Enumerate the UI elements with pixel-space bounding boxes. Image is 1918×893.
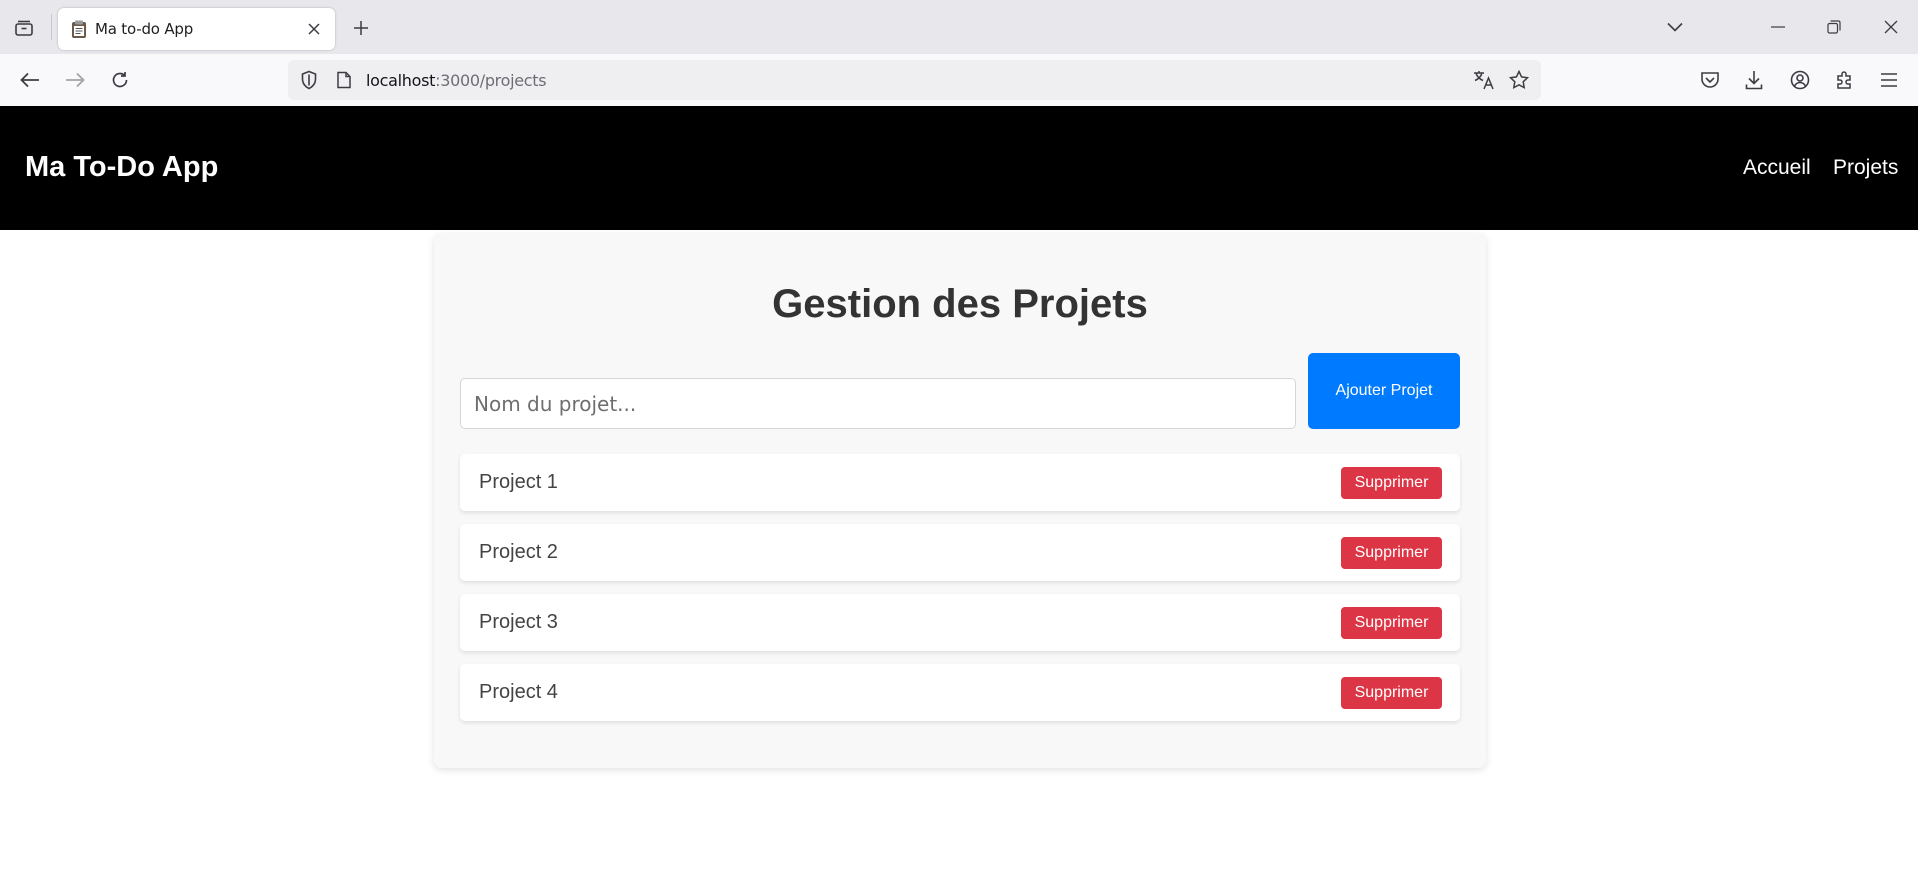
delete-project-button[interactable]: Supprimer bbox=[1341, 467, 1442, 499]
page-icon[interactable] bbox=[333, 69, 355, 91]
forward-arrow-icon[interactable] bbox=[62, 67, 88, 93]
browser-nav-bar: localhost:3000/projects bbox=[0, 54, 1918, 106]
project-name: Project 2 bbox=[479, 541, 558, 563]
url-host: localhost bbox=[366, 71, 436, 90]
back-arrow-icon[interactable] bbox=[17, 67, 43, 93]
tab-list-chevron-down-icon[interactable] bbox=[1663, 15, 1687, 39]
window-close-icon[interactable] bbox=[1879, 15, 1903, 39]
projects-card: Gestion des Projets Ajouter Projet Proje… bbox=[434, 234, 1486, 768]
tab-active[interactable]: Ma to-do App bbox=[58, 8, 335, 50]
bookmark-star-icon[interactable] bbox=[1508, 69, 1530, 91]
add-project-button[interactable]: Ajouter Projet bbox=[1308, 353, 1460, 429]
project-list-item: Project 2 Supprimer bbox=[460, 524, 1460, 581]
new-tab-plus-icon[interactable] bbox=[350, 17, 372, 39]
project-name: Project 3 bbox=[479, 611, 558, 633]
app-header: Ma To-Do App Accueil Projets bbox=[0, 106, 1918, 230]
project-list: Project 1 Supprimer Project 2 Supprimer … bbox=[460, 454, 1460, 734]
tab-overview-icon[interactable] bbox=[12, 17, 36, 39]
url-bar[interactable]: localhost:3000/projects bbox=[288, 60, 1541, 100]
pocket-icon[interactable] bbox=[1697, 67, 1723, 93]
tab-separator bbox=[51, 14, 52, 40]
nav-link-projets[interactable]: Projets bbox=[1833, 156, 1898, 180]
shield-icon[interactable] bbox=[298, 69, 320, 91]
delete-project-button[interactable]: Supprimer bbox=[1341, 677, 1442, 709]
url-path: :3000/projects bbox=[435, 71, 547, 90]
project-list-item: Project 4 Supprimer bbox=[460, 664, 1460, 721]
extensions-icon[interactable] bbox=[1832, 67, 1858, 93]
app-brand: Ma To-Do App bbox=[25, 151, 219, 183]
close-icon[interactable] bbox=[305, 20, 323, 38]
download-icon[interactable] bbox=[1741, 67, 1767, 93]
browser-tab-bar: Ma to-do App bbox=[0, 0, 1918, 54]
project-list-item: Project 1 Supprimer bbox=[460, 454, 1460, 511]
project-name: Project 4 bbox=[479, 681, 558, 703]
reload-icon[interactable] bbox=[107, 67, 133, 93]
clipboard-icon bbox=[71, 20, 87, 38]
url-text[interactable]: localhost:3000/projects bbox=[366, 71, 547, 90]
nav-link-accueil[interactable]: Accueil bbox=[1743, 156, 1811, 180]
page-title: Gestion des Projets bbox=[772, 282, 1148, 326]
menu-hamburger-icon[interactable] bbox=[1876, 67, 1902, 93]
project-list-item: Project 3 Supprimer bbox=[460, 594, 1460, 651]
tab-title: Ma to-do App bbox=[95, 20, 194, 38]
project-name-input[interactable] bbox=[460, 378, 1296, 429]
delete-project-button[interactable]: Supprimer bbox=[1341, 607, 1442, 639]
delete-project-button[interactable]: Supprimer bbox=[1341, 537, 1442, 569]
translate-icon[interactable] bbox=[1473, 69, 1495, 91]
account-icon[interactable] bbox=[1787, 67, 1813, 93]
project-name: Project 1 bbox=[479, 471, 558, 493]
minimize-icon[interactable] bbox=[1766, 15, 1790, 39]
restore-icon[interactable] bbox=[1822, 15, 1846, 39]
